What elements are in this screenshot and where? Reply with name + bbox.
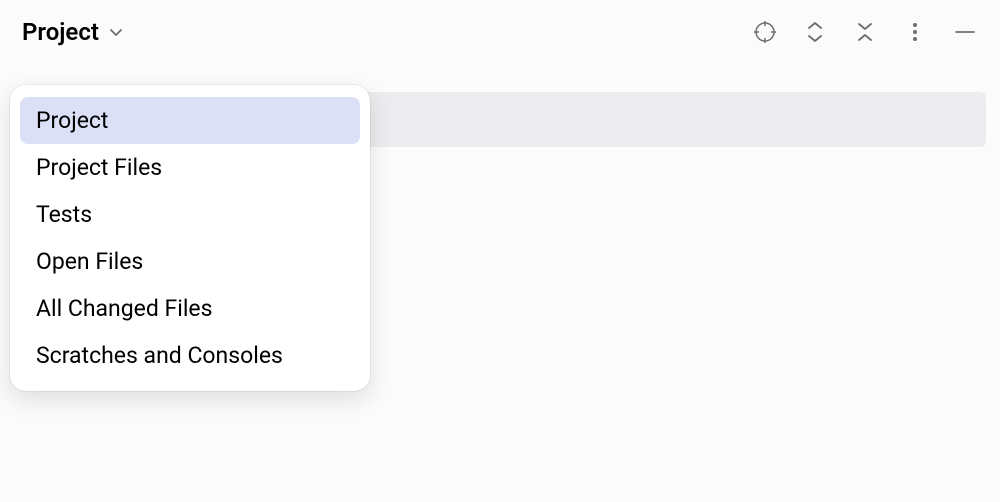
view-selector[interactable]: Project (22, 18, 125, 46)
dropdown-item-all-changed-files[interactable]: All Changed Files (20, 285, 360, 332)
more-options-icon[interactable] (902, 19, 928, 45)
view-dropdown: Project Project Files Tests Open Files All C… (10, 85, 370, 391)
dropdown-item-label: Tests (36, 201, 92, 228)
dropdown-item-label: Project Files (36, 154, 162, 181)
toolbar: Project (0, 0, 1000, 64)
minimize-icon[interactable] (952, 19, 978, 45)
dropdown-item-open-files[interactable]: Open Files (20, 238, 360, 285)
toolbar-actions (752, 19, 978, 45)
collapse-all-icon[interactable] (852, 19, 878, 45)
dropdown-item-label: All Changed Files (36, 295, 213, 322)
dropdown-item-project-files[interactable]: Project Files (20, 144, 360, 191)
dropdown-item-label: Scratches and Consoles (36, 342, 283, 369)
target-icon[interactable] (752, 19, 778, 45)
view-label: Project (22, 18, 99, 46)
chevron-down-icon (107, 23, 125, 41)
dropdown-item-project[interactable]: Project (20, 97, 360, 144)
dropdown-item-scratches-and-consoles[interactable]: Scratches and Consoles (20, 332, 360, 379)
dropdown-item-label: Open Files (36, 248, 143, 275)
dropdown-item-tests[interactable]: Tests (20, 191, 360, 238)
dropdown-item-label: Project (36, 107, 108, 134)
expand-collapse-icon[interactable] (802, 19, 828, 45)
